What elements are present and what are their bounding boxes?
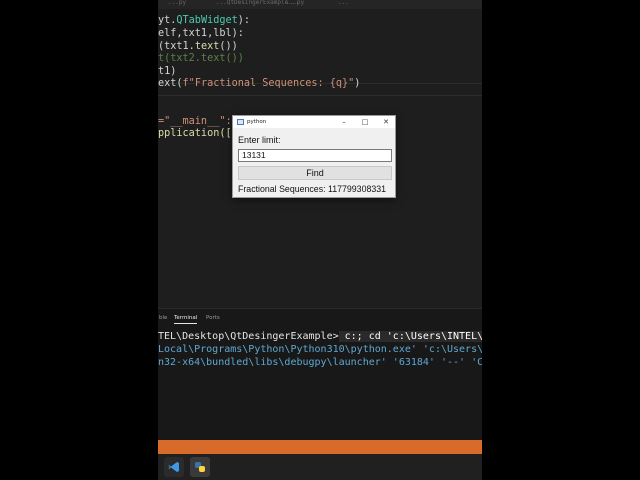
vscode-icon[interactable]	[164, 457, 184, 477]
result-label: Fractional Sequences: 117799308331	[238, 184, 387, 194]
limit-input[interactable]: 13131	[238, 149, 392, 162]
code-line: pplication([])	[158, 128, 244, 139]
dialog-title: python	[247, 119, 267, 125]
panel-tab-bar: ble Terminal Ports	[158, 312, 482, 324]
terminal-line: TEL\Desktop\QtDesingerExample> c:; cd 'c…	[158, 331, 482, 342]
editor-tab-strip: ...py ...QtDesingerExample... ...py ...	[158, 0, 482, 9]
bottom-panel: ble Terminal Ports TEL\Desktop\QtDesinge…	[158, 308, 482, 440]
taskbar	[158, 454, 482, 480]
python-dialog: python – □ ✕ Enter limit: 13131 Find Fra…	[232, 115, 396, 198]
code-line: (txt1.text())	[158, 40, 238, 52]
maximize-button[interactable]: □	[355, 116, 375, 128]
close-button[interactable]: ✕	[376, 116, 396, 128]
code-line: ="__main__":	[158, 115, 232, 127]
editor-tab[interactable]: ...py	[286, 0, 304, 9]
code-line: elf,txt1,lbl):	[158, 28, 244, 39]
terminal-line: Local\Programs\Python\Python310\python.e…	[158, 344, 482, 355]
window-icon	[237, 119, 244, 125]
limit-label: Enter limit:	[238, 135, 281, 145]
tab-ports[interactable]: Ports	[206, 312, 220, 324]
minimize-button[interactable]: –	[334, 116, 354, 128]
code-line: ext(f"Fractional Sequences: {q}")	[158, 78, 361, 89]
terminal-line: n32-x64\bundled\libs\debugpy\launcher' '…	[158, 357, 482, 368]
code-line: t1)	[158, 65, 177, 77]
status-bar	[158, 440, 482, 454]
code-line: yt.QTabWidget):	[158, 15, 251, 26]
tab-problems[interactable]: ble	[159, 312, 167, 324]
python-icon[interactable]	[190, 457, 210, 477]
editor-tab[interactable]: ...	[338, 0, 349, 9]
vscode-window: ...py ...QtDesingerExample... ...py ... …	[158, 0, 482, 480]
tab-terminal[interactable]: Terminal	[174, 312, 198, 324]
code-line: t(txt2.text())	[158, 53, 244, 64]
dialog-titlebar[interactable]: python – □ ✕	[233, 116, 395, 128]
find-button[interactable]: Find	[238, 166, 392, 180]
editor-tab[interactable]: ...py	[168, 0, 186, 9]
